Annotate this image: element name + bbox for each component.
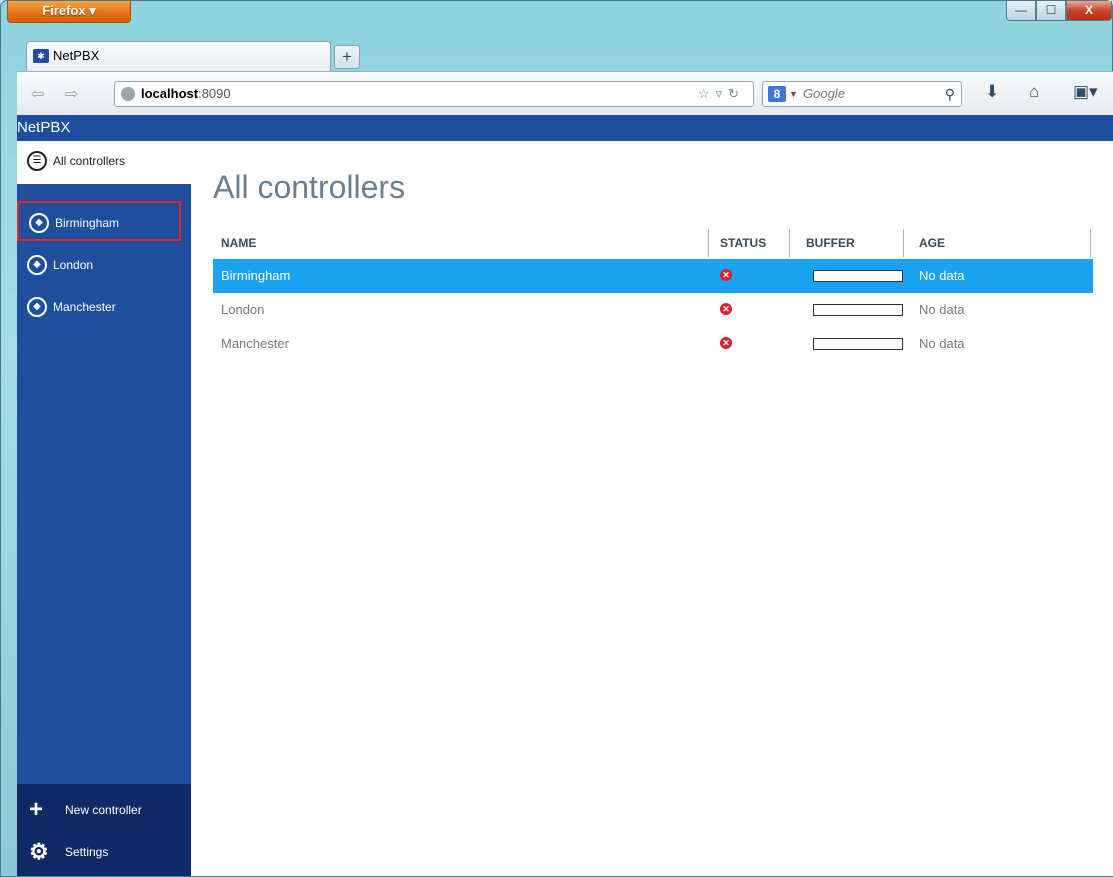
- app-header: NetPBX: [17, 115, 1113, 141]
- magnifier-icon[interactable]: ⚲: [945, 82, 955, 106]
- browser-window: Firefox ▾ — ☐ X ✱ NetPBX + ⇦ ⇨ localhost…: [0, 0, 1113, 877]
- error-status-icon: ✕: [720, 337, 732, 349]
- gear-icon: ⚙: [29, 839, 49, 864]
- url-host: localhost: [141, 86, 199, 101]
- sidebar: ☰ All controllers ◆ Birmingham ◆ London …: [17, 141, 191, 876]
- minimize-button[interactable]: —: [1006, 1, 1036, 21]
- error-status-icon: ✕: [720, 303, 732, 315]
- buffer-bar: [813, 270, 903, 282]
- home-icon[interactable]: ⌂: [1029, 82, 1039, 102]
- column-header-status[interactable]: STATUS: [712, 229, 790, 257]
- app-favicon-icon: ✱: [33, 49, 49, 63]
- sidebar-item-birmingham[interactable]: ◆ Birmingham: [17, 201, 181, 241]
- controller-diamond-icon: ◆: [27, 255, 47, 275]
- sidebar-footer: + New controller ⚙ Settings: [17, 784, 191, 876]
- column-header-age[interactable]: AGE: [911, 229, 1091, 257]
- table-row[interactable]: Manchester ✕ No data: [213, 327, 1093, 361]
- tab-strip: ✱ NetPBX +: [1, 35, 1113, 71]
- controller-diamond-icon: ◆: [29, 213, 49, 233]
- buffer-bar: [813, 338, 903, 350]
- firefox-menu-button[interactable]: Firefox ▾: [7, 1, 131, 23]
- tab-netpbx[interactable]: ✱ NetPBX: [26, 41, 331, 71]
- sidebar-all-label: All controllers: [53, 154, 126, 168]
- new-controller-label: New controller: [65, 803, 142, 817]
- globe-icon: [121, 87, 135, 101]
- sidebar-item-label: Manchester: [53, 300, 116, 314]
- url-port: :8090: [198, 86, 231, 101]
- search-bar[interactable]: 8 ▼ Google ⚲: [762, 81, 962, 107]
- bookmarks-menu-icon[interactable]: ▣▾: [1073, 82, 1098, 102]
- sidebar-item-manchester[interactable]: ◆ Manchester: [17, 287, 191, 327]
- row-age: No data: [919, 302, 965, 317]
- error-status-icon: ✕: [720, 269, 732, 281]
- settings-button[interactable]: ⚙ Settings: [17, 832, 191, 872]
- dropdown-arrow-icon[interactable]: ▿: [716, 86, 729, 101]
- controllers-table: NAME STATUS BUFFER AGE Birmingham ✕ No d…: [213, 229, 1093, 361]
- forward-arrow-icon[interactable]: ⇨: [65, 84, 78, 104]
- sidebar-item-london[interactable]: ◆ London: [17, 245, 191, 285]
- new-tab-button[interactable]: +: [334, 45, 360, 69]
- table-header: NAME STATUS BUFFER AGE: [213, 229, 1093, 259]
- sidebar-item-label: London: [53, 258, 94, 272]
- row-age: No data: [919, 268, 965, 283]
- search-placeholder: Google: [803, 86, 845, 101]
- app-title: NetPBX: [17, 119, 71, 136]
- table-row[interactable]: Birmingham ✕ No data: [213, 259, 1093, 293]
- search-engine-dropdown-icon[interactable]: ▼: [789, 82, 798, 106]
- plus-icon: +: [29, 796, 44, 823]
- sidebar-all-controllers[interactable]: ☰ All controllers: [17, 141, 191, 184]
- table-row[interactable]: London ✕ No data: [213, 293, 1093, 327]
- controller-diamond-icon: ◆: [27, 297, 47, 317]
- main-content: All controllers NAME STATUS BUFFER AGE B…: [191, 141, 1113, 876]
- google-search-icon[interactable]: 8: [768, 86, 786, 102]
- close-button[interactable]: X: [1066, 1, 1112, 21]
- title-bar: Firefox ▾ — ☐ X: [1, 1, 1113, 35]
- url-actions: ☆▿↻: [698, 82, 745, 106]
- buffer-bar: [813, 304, 903, 316]
- tab-title: NetPBX: [53, 48, 100, 63]
- maximize-button[interactable]: ☐: [1036, 1, 1066, 21]
- row-name: Manchester: [221, 336, 289, 351]
- row-name: Birmingham: [221, 268, 291, 283]
- navigation-bar: ⇦ ⇨ localhost:8090 ☆▿↻ 8 ▼ Google ⚲ ⬇ ⌂ …: [17, 71, 1113, 115]
- row-age: No data: [919, 336, 965, 351]
- column-header-name[interactable]: NAME: [213, 229, 709, 257]
- column-header-buffer[interactable]: BUFFER: [798, 229, 904, 257]
- sidebar-item-label: Birmingham: [55, 216, 120, 230]
- settings-label: Settings: [65, 845, 109, 859]
- url-bar[interactable]: localhost:8090 ☆▿↻: [114, 81, 754, 107]
- bookmark-star-icon[interactable]: ☆: [698, 86, 716, 101]
- new-controller-button[interactable]: + New controller: [17, 790, 191, 830]
- row-name: London: [221, 302, 265, 317]
- list-menu-icon: ☰: [27, 151, 47, 171]
- reload-icon[interactable]: ↻: [728, 86, 745, 101]
- download-icon[interactable]: ⬇: [985, 82, 999, 102]
- back-arrow-icon[interactable]: ⇦: [31, 84, 44, 104]
- page-title: All controllers: [213, 169, 406, 205]
- window-controls: — ☐ X: [1006, 1, 1112, 23]
